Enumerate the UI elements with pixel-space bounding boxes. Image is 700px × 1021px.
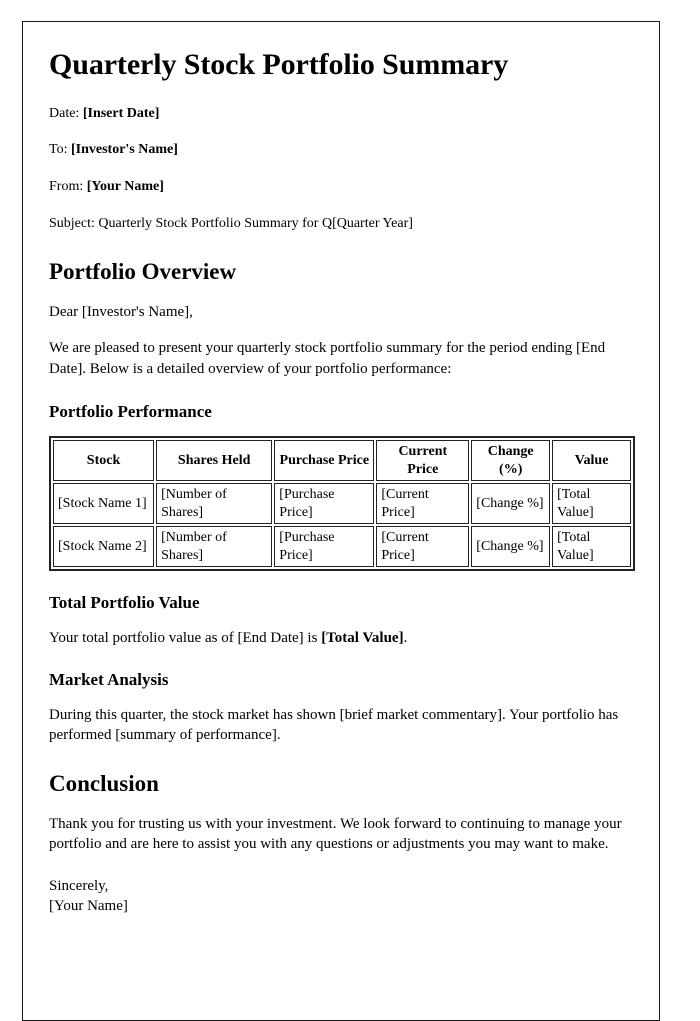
- meta-date: Date: [Insert Date]: [49, 105, 633, 124]
- cell-purchase-price: [Purchase Price]: [274, 483, 375, 525]
- meta-date-value: [Insert Date]: [82, 105, 160, 121]
- cell-shares-held: [Number of Shares]: [156, 483, 273, 525]
- meta-to-label: To:: [49, 142, 68, 158]
- cell-stock: [Stock Name 1]: [53, 483, 155, 525]
- meta-to-value: [Investor's Name]: [70, 142, 178, 158]
- column-header-purchase-price: Purchase Price: [274, 440, 375, 482]
- signature-block: Sincerely, [Your Name]: [49, 877, 633, 917]
- column-header-value: Value: [552, 440, 631, 482]
- market-analysis-paragraph: During this quarter, the stock market ha…: [49, 706, 619, 744]
- section-heading-conclusion: Conclusion: [49, 770, 159, 796]
- conclusion-paragraph: Thank you for trusting us with your inve…: [49, 815, 622, 853]
- column-header-current-price: Current Price: [376, 440, 470, 482]
- cell-change-percent: [Change %]: [471, 483, 551, 525]
- section-heading-total-portfolio-value: Total Portfolio Value: [49, 593, 200, 613]
- meta-from-value: [Your Name]: [86, 179, 164, 195]
- cell-stock: [Stock Name 2]: [53, 526, 155, 568]
- cell-value: [Total Value]: [552, 483, 631, 525]
- column-header-stock: Stock: [53, 440, 155, 482]
- section-heading-portfolio-performance: Portfolio Performance: [49, 401, 212, 421]
- table-row: [Stock Name 2] [Number of Shares] [Purch…: [53, 526, 631, 568]
- overview-intro-paragraph: We are pleased to present your quarterly…: [49, 340, 606, 378]
- salutation: Dear [Investor's Name],: [49, 303, 193, 320]
- meta-from-label: From:: [49, 179, 84, 195]
- total-value-amount: [Total Value]: [321, 629, 404, 646]
- table-header-row: Stock Shares Held Purchase Price Current…: [53, 440, 631, 482]
- portfolio-performance-table: Stock Shares Held Purchase Price Current…: [49, 436, 635, 572]
- document-page: Quarterly Stock Portfolio Summary Date: …: [22, 21, 660, 1021]
- total-value-text-before: Your total portfolio value as of [End Da…: [49, 629, 322, 646]
- cell-current-price: [Current Price]: [376, 526, 470, 568]
- column-header-change-percent: Change (%): [471, 440, 551, 482]
- page-title: Quarterly Stock Portfolio Summary: [49, 48, 509, 81]
- column-header-shares-held: Shares Held: [156, 440, 273, 482]
- meta-from: From: [Your Name]: [49, 178, 633, 197]
- cell-change-percent: [Change %]: [471, 526, 551, 568]
- cell-value: [Total Value]: [552, 526, 631, 568]
- meta-subject: Subject: Quarterly Stock Portfolio Summa…: [49, 216, 413, 232]
- cell-purchase-price: [Purchase Price]: [274, 526, 375, 568]
- document-body: Quarterly Stock Portfolio Summary Date: …: [23, 22, 659, 917]
- cell-shares-held: [Number of Shares]: [156, 526, 273, 568]
- meta-to: To: [Investor's Name]: [49, 141, 633, 160]
- section-heading-market-analysis: Market Analysis: [49, 670, 169, 690]
- meta-date-label: Date:: [49, 105, 80, 121]
- cell-current-price: [Current Price]: [376, 483, 470, 525]
- section-heading-portfolio-overview: Portfolio Overview: [49, 259, 237, 285]
- table-row: [Stock Name 1] [Number of Shares] [Purch…: [53, 483, 631, 525]
- total-value-text-after: .: [403, 629, 408, 646]
- closing-line: Sincerely,: [49, 877, 109, 894]
- total-portfolio-value-paragraph: Your total portfolio value as of [End Da…: [49, 628, 633, 649]
